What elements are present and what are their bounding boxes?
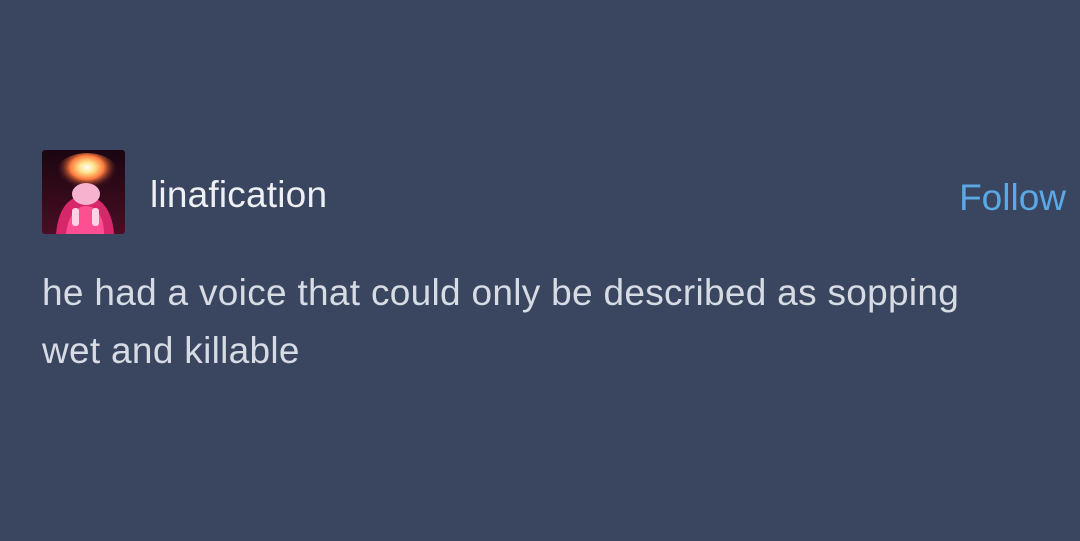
avatar-image-icon	[42, 150, 125, 234]
post-header: linafication Follow	[42, 150, 1072, 236]
follow-button[interactable]: Follow	[959, 177, 1066, 219]
avatar[interactable]	[42, 150, 125, 234]
post-text: he had a voice that could only be descri…	[42, 272, 960, 371]
post-card: linafication Follow he had a voice that …	[0, 0, 1080, 541]
username[interactable]: linafication	[150, 174, 327, 216]
